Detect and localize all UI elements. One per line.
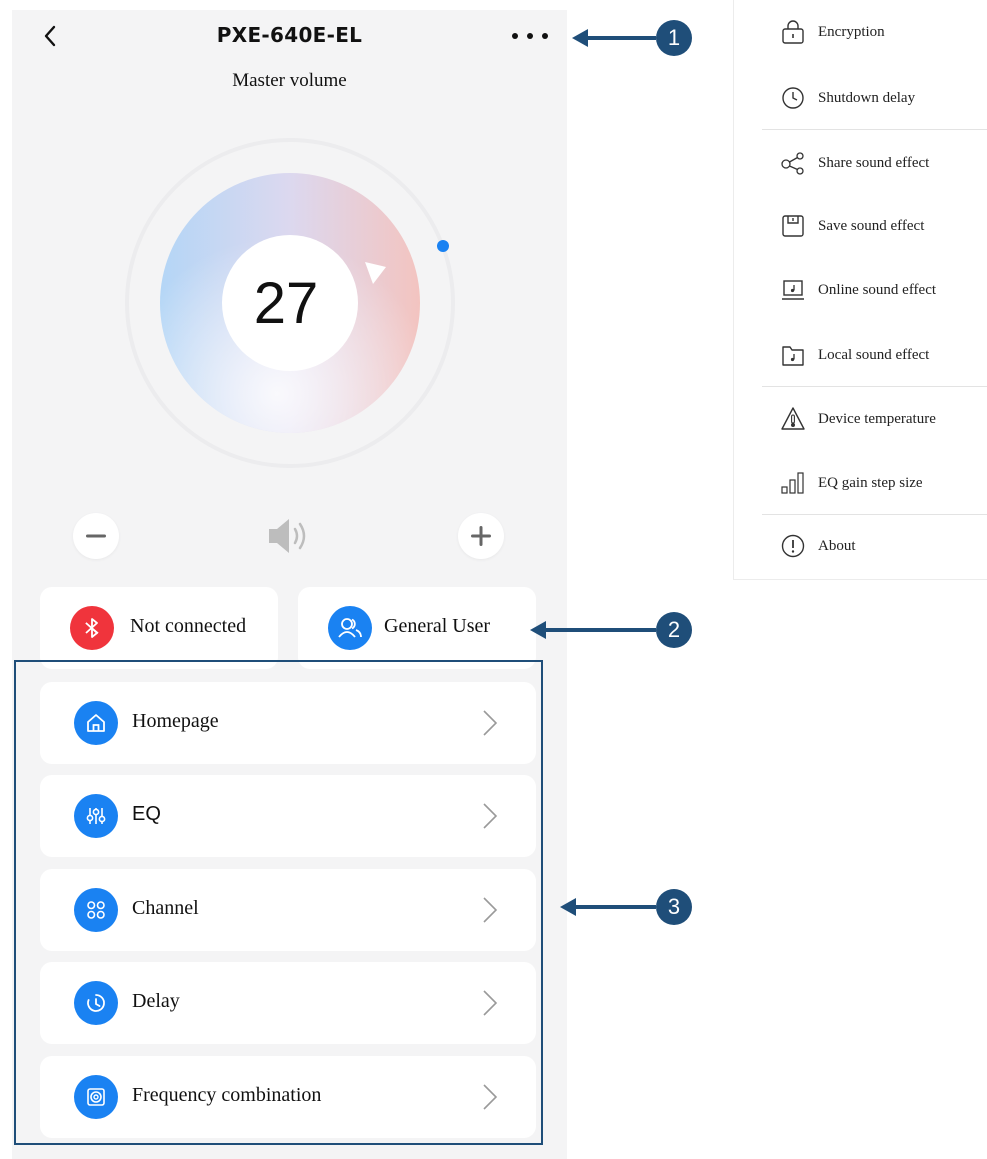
plus-icon	[471, 526, 491, 546]
popup-item-label: Device temperature	[818, 410, 936, 427]
annotation-marker-3: 3	[656, 889, 692, 925]
annotation-arrow-3	[560, 898, 656, 916]
bluetooth-connection-card[interactable]: Not connected	[40, 587, 278, 669]
bluetooth-off-icon	[85, 618, 99, 638]
popup-item-label: EQ gain step size	[818, 474, 923, 491]
popup-item-eq-gain-step-size[interactable]: EQ gain step size	[780, 466, 923, 500]
user-role-label: General User	[384, 615, 491, 637]
save-icon	[782, 215, 804, 237]
popup-item-shutdown-delay[interactable]: Shutdown delay	[780, 81, 915, 115]
volume-handle[interactable]	[437, 240, 449, 252]
popup-item-label: Encryption	[818, 23, 885, 40]
popup-item-encryption[interactable]: Encryption	[780, 15, 885, 49]
annotation-marker-1: 1	[656, 20, 692, 56]
minus-icon	[86, 534, 106, 538]
popup-divider	[762, 386, 987, 387]
popup-item-save-sound-effect[interactable]: Save sound effect	[780, 209, 924, 243]
share-icon	[781, 152, 804, 175]
annotation-marker-2: 2	[656, 612, 692, 648]
popup-item-device-temperature[interactable]: Device temperature	[780, 402, 936, 436]
volume-value: 27	[253, 270, 319, 336]
more-options-popup: Encryption Shutdown delay Share sound ef…	[733, 0, 987, 580]
popup-item-label: Share sound effect	[818, 154, 930, 171]
menu-group-outline	[14, 660, 543, 1145]
popup-item-label: Online sound effect	[818, 281, 937, 298]
popup-item-share-sound-effect[interactable]: Share sound effect	[780, 146, 929, 180]
popup-item-label: About	[818, 537, 856, 554]
bluetooth-badge	[70, 606, 114, 650]
annotation-arrow-2	[530, 621, 656, 639]
users-icon	[338, 618, 362, 638]
user-mode-card[interactable]: General User	[298, 587, 536, 669]
popup-divider	[762, 514, 987, 515]
thermometer-icon	[781, 407, 805, 430]
popup-item-online-sound-effect[interactable]: Online sound effect	[780, 273, 936, 307]
lock-icon	[782, 20, 804, 44]
popup-item-label: Save sound effect	[818, 217, 925, 234]
clock-icon	[782, 87, 804, 109]
signal-bars-icon	[781, 472, 804, 494]
popup-item-label: Shutdown delay	[818, 89, 916, 106]
user-badge	[328, 606, 372, 650]
popup-divider	[762, 129, 987, 130]
volume-up-button[interactable]	[458, 513, 504, 559]
popup-item-local-sound-effect[interactable]: Local sound effect	[780, 338, 929, 372]
volume-down-button[interactable]	[73, 513, 119, 559]
popup-item-label: Local sound effect	[818, 346, 930, 363]
popup-item-about[interactable]: About	[780, 529, 856, 563]
info-icon	[781, 534, 805, 558]
speaker-icon[interactable]	[267, 516, 311, 556]
laptop-music-icon	[782, 280, 804, 300]
annotation-arrow-1	[572, 29, 656, 47]
folder-music-icon	[782, 346, 804, 366]
connection-status-label: Not connected	[130, 615, 247, 637]
